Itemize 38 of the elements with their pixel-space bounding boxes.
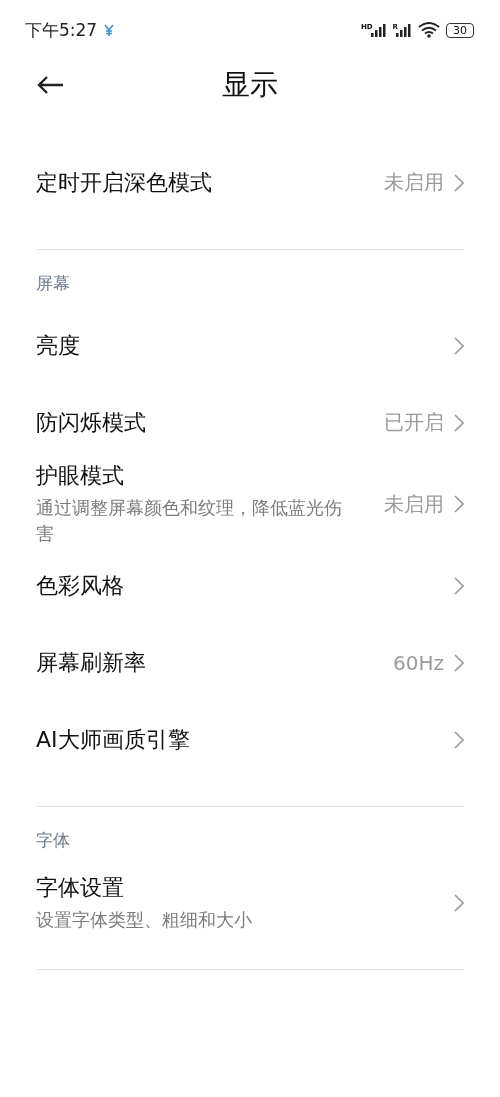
- chevron-icon: [454, 336, 464, 355]
- row-title: 护眼模式: [36, 462, 125, 490]
- chevron-icon: [454, 495, 464, 513]
- row-value: 已开启: [384, 409, 444, 436]
- settings-row[interactable]: 防闪烁模式 已开启: [0, 384, 500, 461]
- chevron-icon: [454, 576, 464, 595]
- settings-row[interactable]: AI大师画质引擎: [0, 701, 500, 778]
- row-title: 屏幕刷新率: [36, 648, 147, 677]
- chevron-icon: [454, 413, 464, 432]
- settings-row[interactable]: 护眼模式 通过调整屏幕颜色和纹理，降低蓝光伤害 未启用: [0, 461, 500, 547]
- settings-row[interactable]: 字体设置 设置字体类型、粗细和大小: [0, 864, 500, 941]
- row-title: 亮度: [36, 331, 81, 360]
- page-title: 显示: [222, 67, 278, 103]
- settings-row[interactable]: 亮度: [0, 307, 500, 384]
- battery-indicator: 30: [446, 22, 474, 38]
- row-title: AI大师画质引擎: [36, 725, 191, 754]
- settings-row[interactable]: 定时开启深色模式 未启用: [0, 144, 500, 221]
- row-description: 设置字体类型、粗细和大小: [36, 907, 253, 932]
- row-title: 色彩风格: [36, 571, 125, 600]
- chevron-icon: [454, 730, 464, 749]
- settings-row[interactable]: 色彩风格: [0, 547, 500, 624]
- section-header: 字体: [35, 829, 71, 852]
- chevron-icon: [454, 653, 464, 672]
- row-value: 60Hz: [393, 650, 444, 675]
- wifi-icon: [418, 22, 440, 38]
- section-header: 屏幕: [35, 272, 71, 295]
- row-title: 防闪烁模式: [36, 408, 147, 437]
- row-title: 定时开启深色模式: [36, 168, 213, 197]
- back-arrow-icon[interactable]: [37, 75, 65, 95]
- row-title: 字体设置: [36, 873, 125, 902]
- chevron-icon: [454, 173, 464, 192]
- row-description: 通过调整屏幕颜色和纹理，降低蓝光伤害: [36, 496, 343, 546]
- chevron-icon: [454, 893, 464, 912]
- status-time: 下午5:27: [25, 18, 98, 42]
- row-value: 未启用: [384, 490, 444, 518]
- settings-row[interactable]: 屏幕刷新率 60Hz: [0, 624, 500, 701]
- signal-icon: [396, 23, 412, 37]
- row-value: 未启用: [384, 169, 444, 196]
